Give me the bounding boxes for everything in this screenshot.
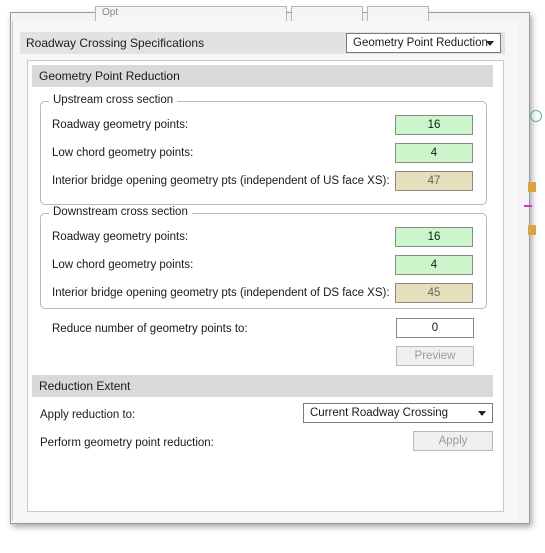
apply-to-label: Apply reduction to:	[40, 409, 136, 421]
us-interior-points: 47	[395, 171, 473, 191]
ds-interior-points: 45	[395, 283, 473, 303]
ds-lowchord-points: 4	[395, 255, 473, 275]
top-partial-label: Opt	[102, 7, 119, 18]
reduce-points-input[interactable]: 0	[396, 318, 474, 338]
mode-select-value: Geometry Point Reduction	[353, 37, 488, 49]
ds-interior-label: Interior bridge opening geometry pts (in…	[52, 287, 390, 299]
us-roadway-points: 16	[395, 115, 473, 135]
extent-section-header: Reduction Extent	[32, 375, 493, 397]
mode-select[interactable]: Geometry Point Reduction	[346, 33, 501, 53]
edge-fragment-icon	[530, 110, 542, 122]
us-interior-label: Interior bridge opening geometry pts (in…	[52, 175, 390, 187]
reduce-label: Reduce number of geometry points to:	[52, 323, 248, 335]
us-roadway-label: Roadway geometry points:	[52, 119, 189, 131]
edge-fragment-icon	[528, 182, 536, 192]
upstream-group: Upstream cross section Roadway geometry …	[40, 94, 487, 205]
spec-header-bar: Roadway Crossing Specifications Geometry…	[20, 32, 505, 54]
geometry-reduction-panel: Geometry Point Reduction Upstream cross …	[27, 60, 504, 512]
ds-roadway-points: 16	[395, 227, 473, 247]
ds-roadway-label: Roadway geometry points:	[52, 231, 189, 243]
edge-fragment-icon	[528, 225, 536, 235]
gpr-section-header: Geometry Point Reduction	[32, 65, 493, 87]
top-partial-field[interactable]: Opt	[95, 6, 287, 22]
downstream-group: Downstream cross section Roadway geometr…	[40, 206, 487, 309]
perform-label: Perform geometry point reduction:	[40, 437, 214, 449]
chevron-down-icon	[478, 411, 486, 416]
ds-lowchord-label: Low chord geometry points:	[52, 259, 194, 271]
top-partial-button-1[interactable]	[291, 6, 363, 22]
top-partial-button-2[interactable]	[367, 6, 429, 22]
apply-button[interactable]: Apply	[413, 431, 493, 451]
apply-to-value: Current Roadway Crossing	[310, 407, 449, 419]
downstream-group-title: Downstream cross section	[49, 206, 192, 218]
us-lowchord-points: 4	[395, 143, 473, 163]
apply-to-select[interactable]: Current Roadway Crossing	[303, 403, 493, 423]
spec-title: Roadway Crossing Specifications	[26, 36, 205, 50]
upstream-group-title: Upstream cross section	[49, 94, 178, 106]
us-lowchord-label: Low chord geometry points:	[52, 147, 194, 159]
edge-fragment-icon	[524, 205, 532, 207]
chevron-down-icon	[486, 41, 494, 46]
preview-button[interactable]: Preview	[396, 346, 474, 366]
extent-section-title: Reduction Extent	[39, 379, 131, 393]
gpr-section-title: Geometry Point Reduction	[39, 69, 180, 83]
